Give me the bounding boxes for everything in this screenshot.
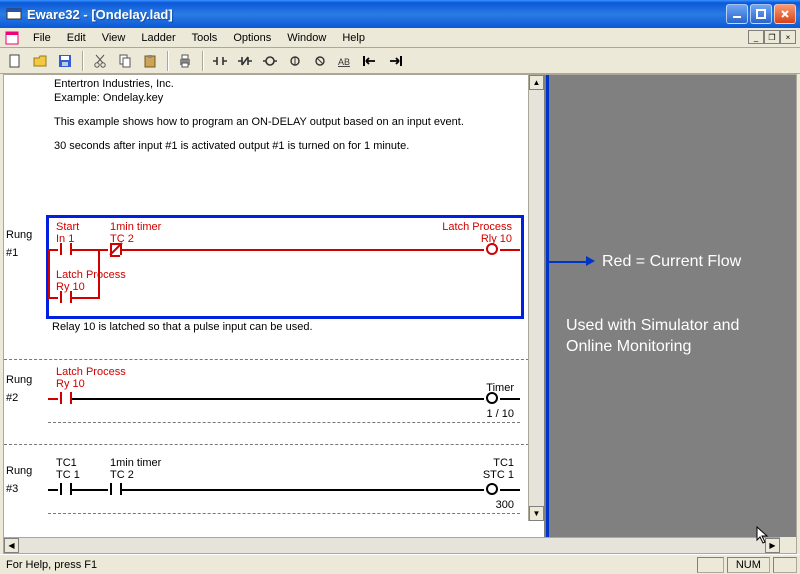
el-tmr-top: 1min timer: [110, 221, 161, 233]
out-val: 300: [496, 499, 514, 511]
contact-nc-button[interactable]: [234, 50, 256, 72]
close-button[interactable]: [774, 4, 796, 24]
svg-text:AB: AB: [338, 57, 350, 67]
label-ab-button[interactable]: AB: [334, 50, 356, 72]
paste-button[interactable]: [139, 50, 161, 72]
cut-button[interactable]: [89, 50, 111, 72]
menu-edit[interactable]: Edit: [60, 30, 93, 46]
doc-company: Entertron Industries, Inc.: [54, 77, 538, 91]
el-in-bot: Ry 10: [56, 378, 85, 390]
scroll-left-icon[interactable]: ◀: [4, 538, 19, 553]
doc-example: Example: Ondelay.key: [54, 91, 538, 105]
c1-top: TC1: [56, 457, 77, 469]
mdi-window-controls: _ ❐ ×: [748, 30, 796, 44]
scroll-right-icon[interactable]: ▶: [765, 538, 780, 553]
doc-desc-2: 30 seconds after input #1 is activated o…: [54, 139, 538, 153]
scroll-down-icon[interactable]: ▼: [529, 506, 544, 521]
open-button[interactable]: [29, 50, 51, 72]
toolbar: AB: [0, 48, 800, 74]
maximize-button[interactable]: [750, 4, 772, 24]
size-grip[interactable]: [780, 537, 796, 553]
branch-back-button[interactable]: [359, 50, 381, 72]
menu-window[interactable]: Window: [280, 30, 333, 46]
window-controls: [726, 4, 796, 24]
minimize-button[interactable]: [726, 4, 748, 24]
menu-file[interactable]: File: [26, 30, 58, 46]
annotation-text-2: Used with Simulator and Online Monitorin…: [566, 315, 786, 357]
statusbar: For Help, press F1 NUM: [0, 554, 800, 574]
rung-3[interactable]: Rung #3 TC1 TC 1 1min timer TC 2 TC1 STC…: [4, 451, 544, 529]
menu-tools[interactable]: Tools: [185, 30, 225, 46]
annotation-text-1: Red = Current Flow: [602, 253, 741, 271]
new-button[interactable]: [4, 50, 26, 72]
horizontal-scrollbar[interactable]: ◀ ▶: [4, 537, 796, 553]
status-help: For Help, press F1: [0, 557, 103, 573]
mdi-close[interactable]: ×: [780, 30, 796, 44]
menu-options[interactable]: Options: [226, 30, 278, 46]
menu-help[interactable]: Help: [335, 30, 372, 46]
doc-desc-1: This example shows how to program an ON-…: [54, 115, 538, 129]
el-out-val: 1 / 10: [486, 408, 514, 420]
annotation-panel: Red = Current Flow Used with Simulator a…: [552, 75, 796, 537]
client-area: Red = Current Flow Used with Simulator a…: [3, 74, 797, 554]
rung-number: #2: [6, 392, 46, 404]
rung-label: Rung: [6, 229, 46, 241]
titlebar: Eware32 - [Ondelay.lad]: [0, 0, 800, 28]
coil-reset-button[interactable]: [309, 50, 331, 72]
el-branch-top: Latch Process: [56, 269, 126, 281]
rung-label: Rung: [6, 465, 46, 477]
copy-button[interactable]: [114, 50, 136, 72]
window-title: Eware32 - [Ondelay.lad]: [27, 7, 726, 22]
rung-number: #3: [6, 483, 46, 495]
coil-button[interactable]: [259, 50, 281, 72]
rung-label: Rung: [6, 374, 46, 386]
status-num: NUM: [727, 557, 770, 573]
rung-number: #1: [6, 247, 46, 259]
rung-1-comment: Relay 10 is latched so that a pulse inpu…: [52, 321, 313, 333]
status-blank2: [773, 557, 797, 573]
mdi-minimize[interactable]: _: [748, 30, 764, 44]
annotation-arrow: [546, 261, 588, 263]
rung-1[interactable]: Rung #1 Start In 1 1min timer TC 2 Latch…: [4, 221, 544, 329]
c1-bot: TC 1: [56, 469, 80, 481]
el-in-top: Latch Process: [56, 366, 126, 378]
contact-no-button[interactable]: [209, 50, 231, 72]
scroll-up-icon[interactable]: ▲: [529, 75, 544, 90]
c2-top: 1min timer: [110, 457, 161, 469]
el-start-top: Start: [56, 221, 79, 233]
rung-2[interactable]: Rung #2 Latch Process Ry 10 Timer 1 / 10: [4, 359, 544, 445]
menu-ladder[interactable]: Ladder: [134, 30, 182, 46]
el-out-bot: Rly 10: [481, 233, 512, 245]
menu-view[interactable]: View: [95, 30, 133, 46]
ladder-view[interactable]: Entertron Industries, Inc. Example: Onde…: [4, 75, 544, 537]
el-out-top: Latch Process: [442, 221, 512, 233]
menubar: File Edit View Ladder Tools Options Wind…: [0, 28, 800, 48]
branch-fwd-button[interactable]: [384, 50, 406, 72]
out-top: TC1: [493, 457, 514, 469]
c2-bot: TC 2: [110, 469, 134, 481]
app-icon: [6, 6, 22, 22]
mdi-restore[interactable]: ❐: [764, 30, 780, 44]
coil-set-button[interactable]: [284, 50, 306, 72]
doc-header: Entertron Industries, Inc. Example: Onde…: [48, 75, 544, 159]
status-blank: [697, 557, 724, 573]
print-button[interactable]: [174, 50, 196, 72]
out-bot: STC 1: [483, 469, 514, 481]
save-button[interactable]: [54, 50, 76, 72]
vertical-scrollbar[interactable]: ▲ ▼: [528, 75, 544, 521]
mdi-doc-icon[interactable]: [4, 30, 20, 46]
